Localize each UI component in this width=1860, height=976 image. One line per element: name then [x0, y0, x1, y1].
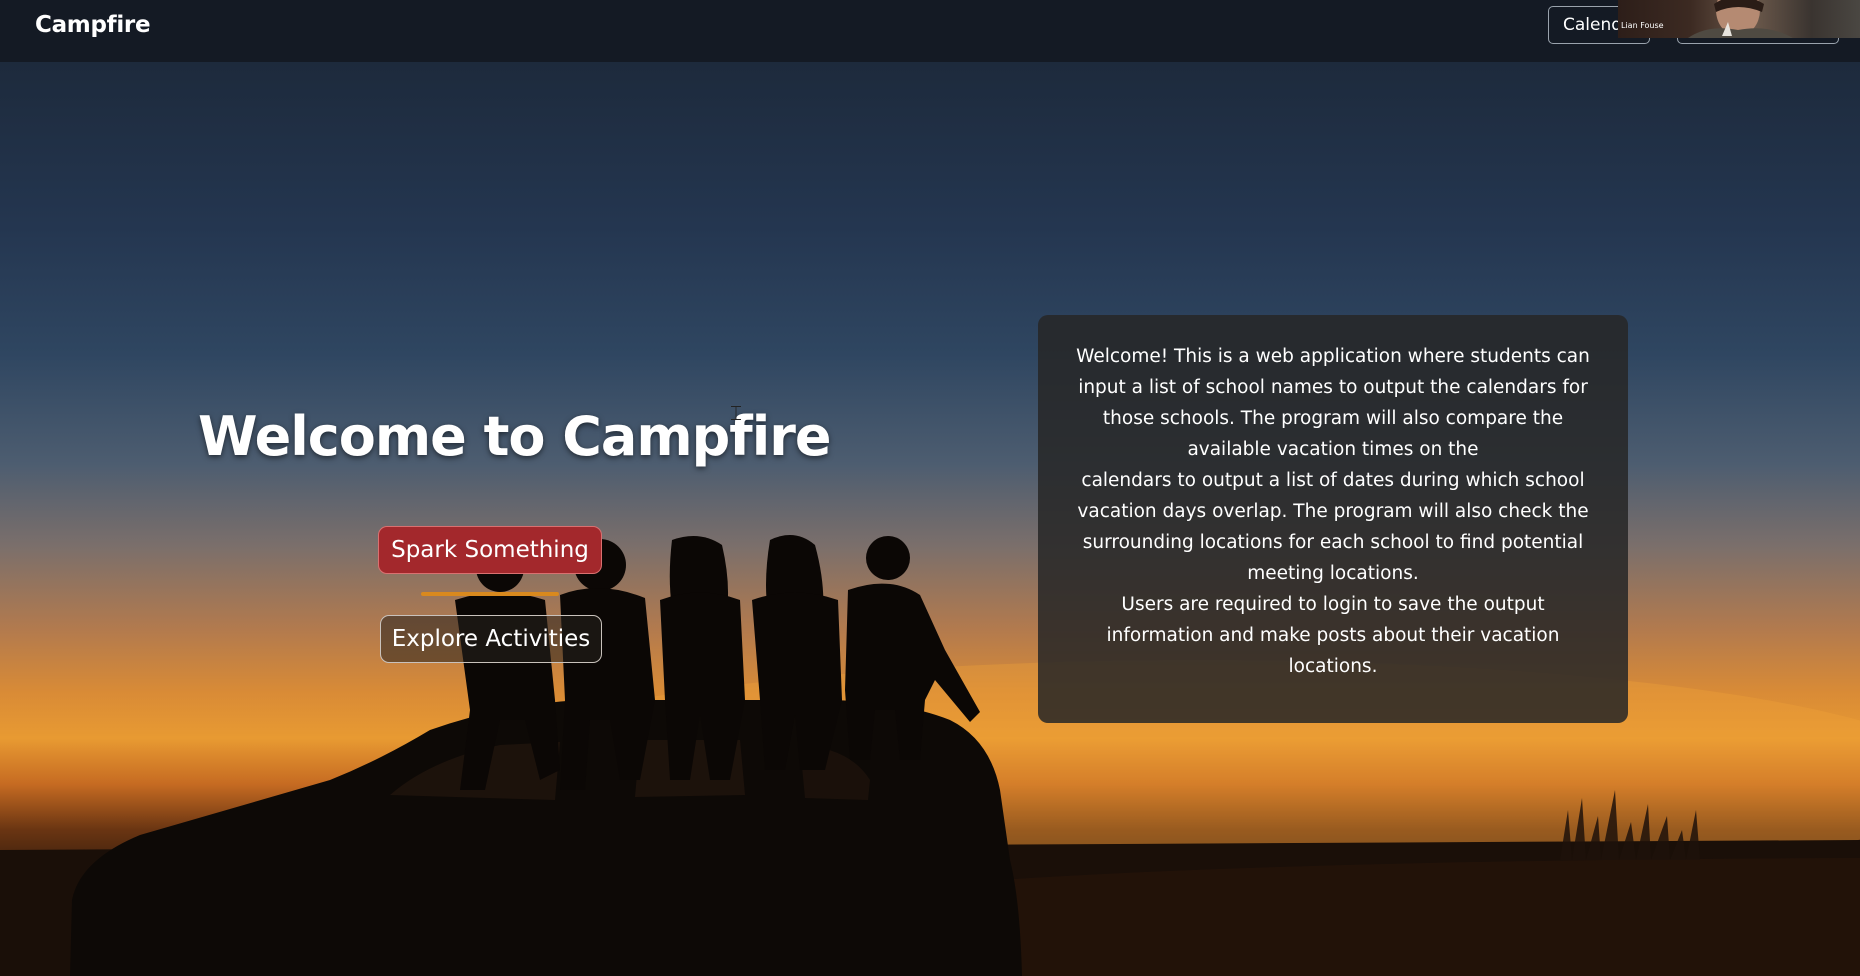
info-paragraph-intro: Welcome! This is a web application where… — [1074, 341, 1592, 589]
info-line: vacation days overlap. The program will … — [1077, 501, 1589, 522]
brand-logo[interactable]: Campfire — [35, 12, 151, 38]
info-line: surrounding locations for each school to… — [1082, 532, 1584, 553]
info-card: Welcome! This is a web application where… — [1038, 315, 1628, 723]
button-underline-accent — [421, 592, 559, 596]
info-line: calendars to output a list of dates duri… — [1081, 470, 1585, 491]
info-line: input a list of school names to output t… — [1078, 377, 1588, 398]
info-paragraph-login: Users are required to login to save the … — [1074, 589, 1592, 682]
webcam-person-image — [1688, 0, 1793, 38]
webcam-overlay: Lian Fouse — [1618, 0, 1860, 38]
info-line: those schools. The program will also com… — [1102, 408, 1564, 429]
info-line: Users are required to login to save the … — [1121, 594, 1545, 615]
info-line: meeting locations. — [1247, 563, 1419, 584]
info-line: locations. — [1288, 656, 1378, 677]
webcam-name-label: Lian Fouse — [1621, 21, 1664, 30]
page: Campfire Calend Lian Fouse Welcome to Ca… — [0, 0, 1860, 976]
text-cursor-icon: ⌶ — [730, 401, 742, 425]
spark-something-button[interactable]: Spark Something — [378, 526, 602, 574]
info-line: available vacation times on the — [1187, 439, 1479, 460]
info-line: Welcome! This is a web application where… — [1076, 346, 1590, 367]
explore-activities-button[interactable]: Explore Activities — [380, 615, 602, 663]
top-navbar: Campfire Calend — [0, 0, 1860, 62]
info-line: information and make posts about their v… — [1106, 625, 1560, 646]
